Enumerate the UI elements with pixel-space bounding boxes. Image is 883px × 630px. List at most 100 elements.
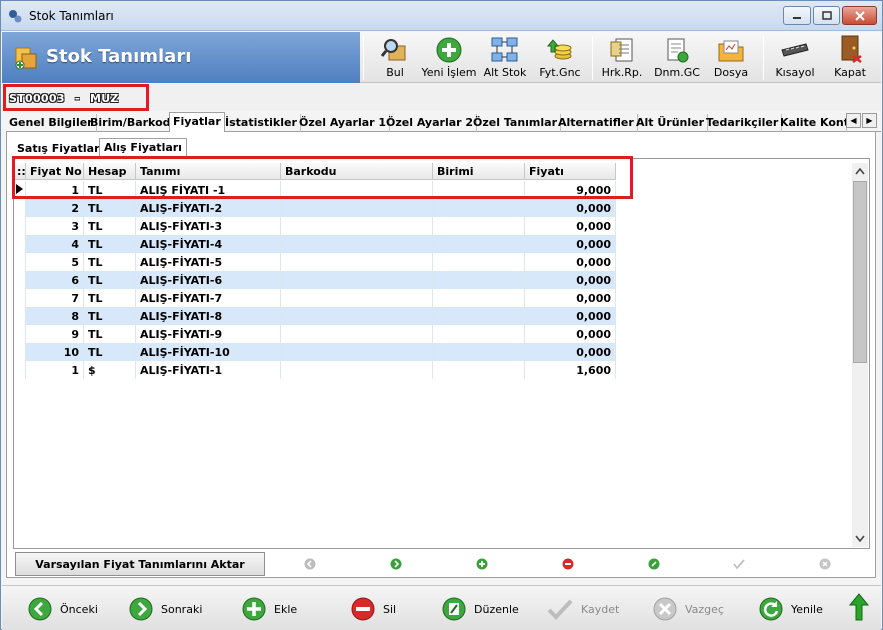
price-cell[interactable]: 0,000 xyxy=(525,289,616,307)
close-button[interactable] xyxy=(842,6,877,25)
tab-custom-settings-1[interactable]: Özel Ayarlar 1 xyxy=(296,114,391,132)
table-row[interactable]: 7 TL ALIŞ-FİYATI-7 0,000 xyxy=(14,289,616,307)
tab-quality-control[interactable]: Kalite Kontr xyxy=(777,114,847,132)
table-row[interactable]: 5 TL ALIŞ-FİYATI-5 0,000 xyxy=(14,253,616,271)
row-indicator[interactable] xyxy=(14,235,26,253)
delete-button[interactable]: Sil xyxy=(351,596,396,622)
barcode-cell[interactable] xyxy=(281,289,433,307)
price-cell[interactable]: 0,000 xyxy=(525,253,616,271)
maximize-button[interactable] xyxy=(813,6,840,25)
definition-cell[interactable]: ALIŞ-FİYATI-2 xyxy=(136,199,281,217)
price-no-cell[interactable]: 10 xyxy=(26,343,84,361)
price-no-cell[interactable]: 7 xyxy=(26,289,84,307)
barcode-cell[interactable] xyxy=(281,199,433,217)
barcode-cell[interactable] xyxy=(281,253,433,271)
next-record-icon[interactable] xyxy=(390,558,402,570)
cancel-button[interactable]: Vazgeç xyxy=(653,596,724,622)
table-row[interactable]: 10 TL ALIŞ-FİYATI-10 0,000 xyxy=(14,343,616,361)
save-button[interactable]: Kaydet xyxy=(547,596,619,622)
price-cell[interactable]: 0,000 xyxy=(525,343,616,361)
scrollbar-thumb[interactable] xyxy=(853,181,867,363)
unit-cell[interactable] xyxy=(433,343,525,361)
row-indicator[interactable] xyxy=(14,343,26,361)
row-indicator[interactable] xyxy=(14,271,26,289)
previous-button[interactable]: Önceki xyxy=(28,596,98,622)
sub-stock-button[interactable]: Alt Stok xyxy=(483,34,527,82)
row-indicator[interactable] xyxy=(14,361,26,379)
price-cell[interactable]: 0,000 xyxy=(525,325,616,343)
table-row[interactable]: 4 TL ALIŞ-FİYATI-4 0,000 xyxy=(14,235,616,253)
account-cell[interactable]: TL xyxy=(84,307,136,325)
add-row-icon[interactable] xyxy=(476,558,488,570)
barcode-cell[interactable] xyxy=(281,325,433,343)
price-cell[interactable]: 0,000 xyxy=(525,235,616,253)
file-button[interactable]: Dosya xyxy=(713,34,749,82)
price-no-cell[interactable]: 3 xyxy=(26,217,84,235)
price-cell[interactable]: 0,000 xyxy=(525,217,616,235)
unit-cell[interactable] xyxy=(433,235,525,253)
cancel-icon[interactable] xyxy=(819,558,831,570)
account-cell[interactable]: TL xyxy=(84,253,136,271)
minimize-button[interactable] xyxy=(783,6,811,25)
definition-cell[interactable]: ALIŞ-FİYATI-4 xyxy=(136,235,281,253)
account-cell[interactable]: TL xyxy=(84,343,136,361)
table-row[interactable]: 3 TL ALIŞ-FİYATI-3 0,000 xyxy=(14,217,616,235)
row-indicator[interactable] xyxy=(14,289,26,307)
barcode-cell[interactable] xyxy=(281,361,433,379)
definition-cell[interactable]: ALIŞ-FİYATI-5 xyxy=(136,253,281,271)
unit-cell[interactable] xyxy=(433,307,525,325)
tab-scroll-left[interactable]: ◀ xyxy=(846,113,861,128)
unit-cell[interactable] xyxy=(433,325,525,343)
tab-suppliers[interactable]: Tedarikçiler xyxy=(703,114,783,132)
table-row[interactable]: 2 TL ALIŞ-FİYATI-2 0,000 xyxy=(14,199,616,217)
tab-custom-definitions[interactable]: Özel Tanımlar xyxy=(470,114,562,132)
row-indicator[interactable] xyxy=(14,217,26,235)
period-button[interactable]: Dnm.GC xyxy=(654,34,700,82)
account-cell[interactable]: TL xyxy=(84,217,136,235)
price-cell[interactable]: 0,000 xyxy=(525,199,616,217)
price-no-cell[interactable]: 9 xyxy=(26,325,84,343)
barcode-cell[interactable] xyxy=(281,271,433,289)
table-row[interactable]: 6 TL ALIŞ-FİYATI-6 0,000 xyxy=(14,271,616,289)
definition-cell[interactable]: ALIŞ-FİYATI-3 xyxy=(136,217,281,235)
row-indicator[interactable] xyxy=(14,325,26,343)
account-cell[interactable]: TL xyxy=(84,325,136,343)
edit-button[interactable]: Düzenle xyxy=(442,596,519,622)
row-indicator[interactable] xyxy=(14,307,26,325)
tab-sub-products[interactable]: Alt Ürünler xyxy=(633,114,709,132)
barcode-cell[interactable] xyxy=(281,235,433,253)
definition-cell[interactable]: ALIŞ-FİYATI-6 xyxy=(136,271,281,289)
account-cell[interactable]: TL xyxy=(84,235,136,253)
unit-cell[interactable] xyxy=(433,253,525,271)
grid-vertical-scrollbar[interactable] xyxy=(852,163,868,547)
delete-row-icon[interactable] xyxy=(562,558,574,570)
unit-cell[interactable] xyxy=(433,361,525,379)
definition-cell[interactable]: ALIŞ-FİYATI-8 xyxy=(136,307,281,325)
movement-report-button[interactable]: Hrk.Rp. xyxy=(600,34,644,82)
unit-cell[interactable] xyxy=(433,271,525,289)
price-no-cell[interactable]: 1 xyxy=(26,361,84,379)
account-cell[interactable]: TL xyxy=(84,271,136,289)
tab-unit-barcode[interactable]: Birim/Barkod xyxy=(87,114,175,132)
tab-statistics[interactable]: İstatistikler xyxy=(222,114,301,132)
price-cell[interactable]: 0,000 xyxy=(525,307,616,325)
next-button[interactable]: Sonraki xyxy=(129,596,202,622)
price-cell[interactable]: 1,600 xyxy=(525,361,616,379)
confirm-icon[interactable] xyxy=(733,558,745,570)
price-cell[interactable]: 0,000 xyxy=(525,271,616,289)
row-indicator[interactable] xyxy=(14,253,26,271)
tab-custom-settings-2[interactable]: Özel Ayarlar 2 xyxy=(383,114,478,132)
add-button[interactable]: Ekle xyxy=(242,596,297,622)
barcode-cell[interactable] xyxy=(281,307,433,325)
barcode-cell[interactable] xyxy=(281,217,433,235)
edit-row-icon[interactable] xyxy=(648,558,660,570)
close-form-button[interactable]: Kapat xyxy=(833,34,867,82)
price-no-cell[interactable]: 8 xyxy=(26,307,84,325)
find-button[interactable]: Bul xyxy=(378,34,412,82)
table-row[interactable]: 9 TL ALIŞ-FİYATI-9 0,000 xyxy=(14,325,616,343)
price-no-cell[interactable]: 2 xyxy=(26,199,84,217)
table-row[interactable]: 8 TL ALIŞ-FİYATI-8 0,000 xyxy=(14,307,616,325)
table-row[interactable]: 1 $ ALIŞ-FİYATI-1 1,600 xyxy=(14,361,616,379)
price-no-cell[interactable]: 4 xyxy=(26,235,84,253)
price-update-button[interactable]: Fyt.Gnc xyxy=(537,34,583,82)
